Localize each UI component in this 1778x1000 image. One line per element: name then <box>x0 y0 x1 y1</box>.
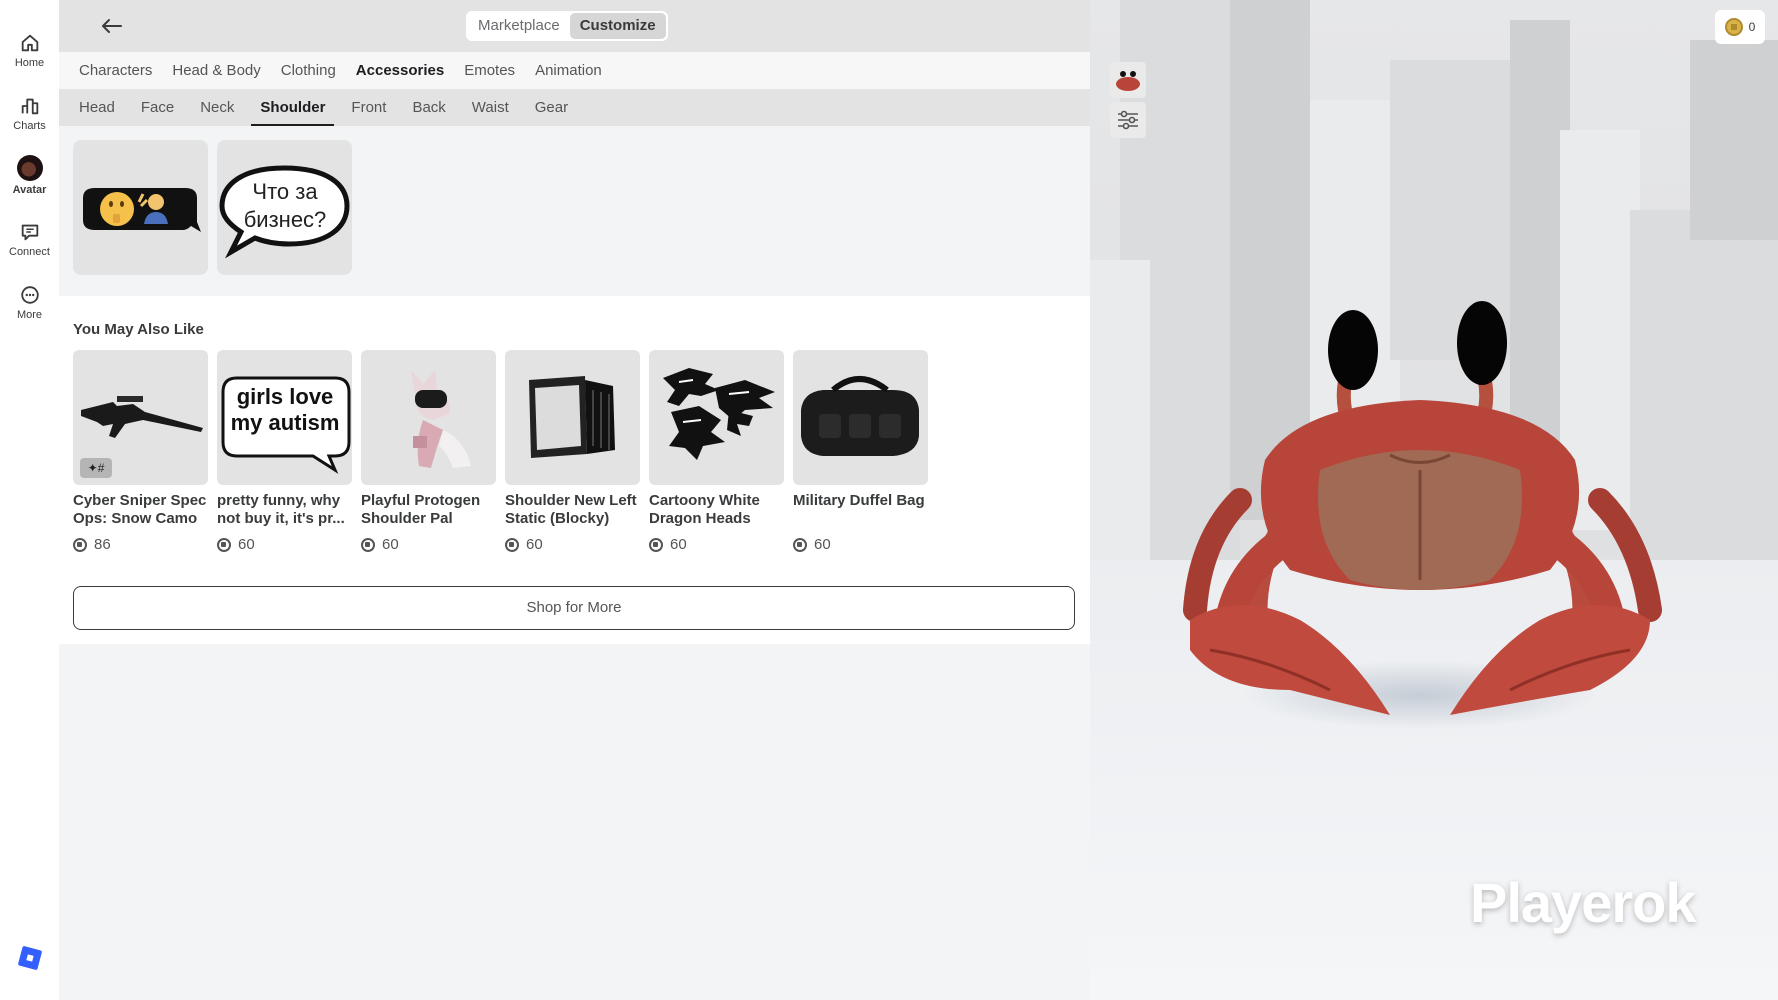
item-price: 60 <box>505 536 640 553</box>
emoji-speech-bubble-image <box>83 188 201 232</box>
sliders-icon <box>1118 110 1138 130</box>
rail-item-home[interactable]: Home <box>0 28 59 84</box>
tab-head-body[interactable]: Head & Body <box>162 52 270 89</box>
subtab-front[interactable]: Front <box>351 89 386 126</box>
duffel-bag-image <box>801 376 919 456</box>
item-thumbnail: girls love my autism <box>217 350 352 485</box>
reco-card[interactable]: ✦# Cyber Sniper Spec Ops: Snow Camo 86 <box>73 350 208 553</box>
reco-card[interactable]: Cartoony White Dragon Heads 60 <box>649 350 784 553</box>
recommendations-section: You May Also Like ✦# Cyber Sniper Spec O… <box>59 296 1090 644</box>
robux-icon <box>505 537 519 552</box>
rail-item-charts[interactable]: Charts <box>0 91 59 147</box>
reco-card[interactable]: Playful Protogen Shoulder Pal 60 <box>361 350 496 553</box>
rail-item-more[interactable]: More <box>0 280 59 336</box>
tab-characters[interactable]: Characters <box>69 52 162 89</box>
subtab-head[interactable]: Head <box>79 89 115 126</box>
watermark: Playerok <box>1470 871 1696 934</box>
subtab-back[interactable]: Back <box>403 89 454 126</box>
left-rail: Home Charts Avatar Connect More <box>0 0 59 1000</box>
marketplace-tab[interactable]: Marketplace <box>468 13 570 39</box>
chat-icon <box>21 224 38 241</box>
subtab-face[interactable]: Face <box>132 89 183 126</box>
item-thumbnail <box>361 350 496 485</box>
tab-accessories[interactable]: Accessories <box>346 52 454 89</box>
item-thumbnail: ✦# <box>73 350 208 485</box>
customize-panel: Marketplace Customize Characters Head & … <box>59 0 1090 1000</box>
item-price: 60 <box>361 536 496 553</box>
speech-bubble-text: Что за бизнес? <box>243 179 327 232</box>
crab-avatar[interactable] <box>1090 0 1778 1000</box>
item-price: 86 <box>73 536 208 553</box>
item-name: Military Duffel Bag <box>793 492 925 509</box>
item-name: pretty funny, why not buy it, it's pr... <box>217 492 345 527</box>
item-name: Shoulder New Left Static (Blocky) <box>505 492 637 527</box>
arrow-left-icon <box>102 19 122 33</box>
item-thumbnail <box>505 350 640 485</box>
protogen-image <box>411 370 471 468</box>
customize-tab[interactable]: Customize <box>569 13 666 39</box>
rail-label: Charts <box>13 120 46 132</box>
robux-amount: 0 <box>1748 20 1756 34</box>
section-title: You May Also Like <box>73 321 204 338</box>
equipped-item-speech-bubble[interactable]: Что за бизнес? <box>217 140 352 275</box>
item-badge: ✦# <box>80 458 112 478</box>
tab-clothing[interactable]: Clothing <box>271 52 346 89</box>
item-name: Cyber Sniper Spec Ops: Snow Camo <box>73 492 207 527</box>
thumb-text: girls love my autism <box>230 384 340 435</box>
subtab-waist[interactable]: Waist <box>472 89 509 126</box>
tab-emotes[interactable]: Emotes <box>454 52 525 89</box>
item-thumbnail <box>793 350 928 485</box>
crab-thumbnail-icon <box>1116 71 1140 91</box>
robux-icon <box>649 537 663 552</box>
rail-item-avatar[interactable]: Avatar <box>0 151 59 207</box>
reco-card[interactable]: Shoulder New Left Static (Blocky) 60 <box>505 350 640 553</box>
back-button[interactable] <box>97 12 127 40</box>
rail-item-connect[interactable]: Connect <box>0 217 59 273</box>
item-thumbnail <box>649 350 784 485</box>
subcategory-tabs: Head Face Neck Shoulder Front Back Waist… <box>59 89 1090 126</box>
roblox-logo-icon[interactable] <box>17 945 43 971</box>
more-icon <box>20 286 39 304</box>
rail-label: More <box>16 309 43 321</box>
avatar-preview-button[interactable] <box>1110 62 1146 98</box>
avatar-viewport[interactable]: 0 Playerok <box>1090 0 1778 1000</box>
robux-icon <box>793 537 807 552</box>
home-icon <box>21 34 38 52</box>
robux-balance[interactable]: 0 <box>1715 10 1765 44</box>
reco-card[interactable]: Military Duffel Bag 60 <box>793 350 928 553</box>
dragon-heads-image <box>663 368 775 460</box>
item-price: 60 <box>649 536 784 553</box>
robux-coin-icon <box>1724 18 1743 36</box>
shop-for-more-button[interactable]: Shop for More <box>73 586 1075 630</box>
robux-icon <box>361 537 375 552</box>
settings-sliders-button[interactable] <box>1110 102 1146 138</box>
charts-icon <box>21 98 38 115</box>
item-price: 60 <box>217 536 352 553</box>
rail-label: Connect <box>9 246 50 258</box>
marketplace-customize-toggle: Marketplace Customize <box>466 11 668 41</box>
item-price: 60 <box>793 536 928 553</box>
subtab-gear[interactable]: Gear <box>526 89 577 126</box>
avatar-icon <box>16 155 43 181</box>
robux-icon <box>217 537 231 552</box>
robux-icon <box>73 537 87 552</box>
equipped-item-emoji-bubble[interactable] <box>73 140 208 275</box>
monitor-image <box>529 376 615 458</box>
subtab-shoulder[interactable]: Shoulder <box>251 89 335 126</box>
reco-card[interactable]: girls love my autism pretty funny, why n… <box>217 350 352 553</box>
rail-label: Avatar <box>12 184 47 196</box>
equipped-items: Что за бизнес? <box>59 126 1090 296</box>
top-bar: Marketplace Customize <box>59 0 1090 52</box>
category-tabs: Characters Head & Body Clothing Accessor… <box>59 52 1090 89</box>
subtab-neck[interactable]: Neck <box>200 89 234 126</box>
item-name: Cartoony White Dragon Heads <box>649 492 760 527</box>
rail-label: Home <box>14 57 45 69</box>
item-name: Playful Protogen Shoulder Pal <box>361 492 481 527</box>
tab-animation[interactable]: Animation <box>525 52 612 89</box>
